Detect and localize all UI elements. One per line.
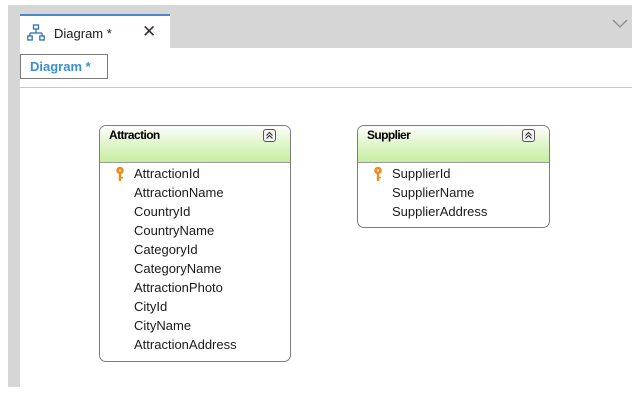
entity-header: Supplier: [358, 126, 549, 163]
collapse-toggle-icon[interactable]: [522, 129, 535, 142]
key-icon: [374, 166, 382, 181]
attribute-name: CountryName: [134, 223, 215, 238]
collapse-toggle-icon[interactable]: [263, 129, 276, 142]
entity-attraction[interactable]: Attraction AttractionId AttractionName C…: [99, 125, 291, 362]
attribute-item[interactable]: SupplierAddress: [358, 202, 549, 221]
attribute-item[interactable]: CityId: [100, 297, 290, 316]
attribute-item[interactable]: SupplierName: [358, 183, 549, 202]
attribute-name: AttractionName: [134, 185, 224, 200]
attribute-name: AttractionId: [134, 166, 200, 181]
key-icon: [116, 166, 124, 181]
entity-title: Attraction: [109, 128, 160, 142]
attribute-name: AttractionPhoto: [134, 280, 223, 295]
attribute-item[interactable]: AttractionId: [100, 164, 290, 183]
attribute-name: SupplierId: [392, 166, 451, 181]
attribute-item[interactable]: CategoryName: [100, 259, 290, 278]
subtab-bar: Diagram *: [20, 48, 632, 88]
close-icon[interactable]: ✕: [142, 22, 156, 42]
tab-title: Diagram *: [54, 26, 112, 41]
attribute-name: CountryId: [134, 204, 191, 219]
attribute-list: AttractionId AttractionName CountryId Co…: [100, 164, 290, 354]
tab-diagram[interactable]: Diagram * ✕: [20, 14, 170, 50]
attribute-item[interactable]: SupplierId: [358, 164, 549, 183]
entity-supplier[interactable]: Supplier SupplierId SupplierName Supplie…: [357, 125, 550, 228]
attribute-item[interactable]: AttractionAddress: [100, 335, 290, 354]
attribute-item[interactable]: CityName: [100, 316, 290, 335]
diagram-icon: [27, 24, 45, 41]
attribute-name: SupplierAddress: [392, 204, 488, 219]
entity-header: Attraction: [100, 126, 290, 163]
diagram-editor: Diagram * Attraction AttractionId Attrac…: [20, 48, 632, 387]
attribute-item[interactable]: AttractionName: [100, 183, 290, 202]
attribute-name: CategoryName: [134, 261, 222, 276]
attribute-item[interactable]: CategoryId: [100, 240, 290, 259]
attribute-name: CityId: [134, 299, 168, 314]
diagram-canvas[interactable]: Attraction AttractionId AttractionName C…: [20, 88, 632, 387]
chevron-down-icon[interactable]: [610, 17, 630, 31]
editor-frame: Diagram * ✕ Diagram * Attraction Attract…: [8, 5, 632, 387]
attribute-name: AttractionAddress: [134, 337, 237, 352]
attribute-item[interactable]: AttractionPhoto: [100, 278, 290, 297]
entity-title: Supplier: [367, 128, 411, 142]
attribute-item[interactable]: CountryId: [100, 202, 290, 221]
subtab-diagram[interactable]: Diagram *: [20, 54, 108, 79]
attribute-item[interactable]: CountryName: [100, 221, 290, 240]
subtab-label: Diagram *: [30, 59, 91, 74]
attribute-list: SupplierId SupplierName SupplierAddress: [358, 164, 549, 221]
attribute-name: SupplierName: [392, 185, 475, 200]
attribute-name: CategoryId: [134, 242, 198, 257]
attribute-name: CityName: [134, 318, 192, 333]
